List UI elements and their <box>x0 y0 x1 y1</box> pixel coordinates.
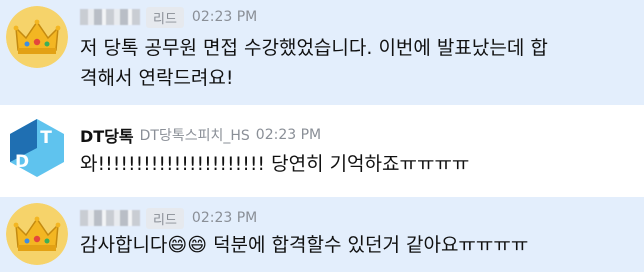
message-time: 02:23 PM <box>255 127 322 143</box>
message-text-part: 덕분에 합격할수 있던거 같아요ㅠㅠㅠㅠ <box>207 234 529 256</box>
lead-badge: 리드 <box>146 207 184 229</box>
message-text: 감사합니다😄😄 덕분에 합격할수 있던거 같아요ㅠㅠㅠㅠ <box>80 230 624 260</box>
message-row: 리드 02:23 PM 저 당톡 공무원 면접 수강했었습니다. 이번에 발표났… <box>0 0 644 105</box>
message-time: 02:23 PM <box>191 210 258 226</box>
dt-logo-icon: T D <box>10 119 64 177</box>
logo-letter-t: T <box>40 128 52 148</box>
crown-avatar-icon <box>6 203 68 265</box>
blurred-sender-name <box>80 9 140 25</box>
sender-name[interactable]: DT당톡 <box>80 123 134 147</box>
crown-avatar-icon <box>6 6 68 68</box>
blurred-sender-name <box>80 210 140 226</box>
avatar[interactable] <box>6 203 68 265</box>
grin-emoji-icon: 😄😄 <box>167 234 208 256</box>
avatar[interactable]: T D <box>6 117 68 179</box>
message-text-part: 감사합니다 <box>80 234 168 256</box>
message-meta: DT당톡 DT당톡스피치_HS 02:23 PM <box>80 124 321 146</box>
message-meta: 리드 02:23 PM <box>80 6 257 28</box>
message-row: 리드 02:23 PM 감사합니다😄😄 덕분에 합격할수 있던거 같아요ㅠㅠㅠㅠ <box>0 197 644 272</box>
message-text: 와!!!!!!!!!!!!!!!!!!!!!! 당연히 기억하죠ㅠㅠㅠㅠ <box>80 153 470 175</box>
message-time: 02:23 PM <box>191 9 258 25</box>
avatar[interactable] <box>6 6 68 68</box>
message-text: 저 당톡 공무원 면접 수강했었습니다. 이번에 발표났는데 합 격해서 연락드… <box>80 37 548 89</box>
sender-subtitle: DT당톡스피치_HS <box>139 128 250 144</box>
message-meta: 리드 02:23 PM <box>80 207 257 229</box>
logo-letter-d: D <box>15 152 29 172</box>
message-row: T D DT당톡 DT당톡스피치_HS 02:23 PM 와!!!!!!!!!!… <box>0 105 644 197</box>
lead-badge: 리드 <box>146 6 184 28</box>
